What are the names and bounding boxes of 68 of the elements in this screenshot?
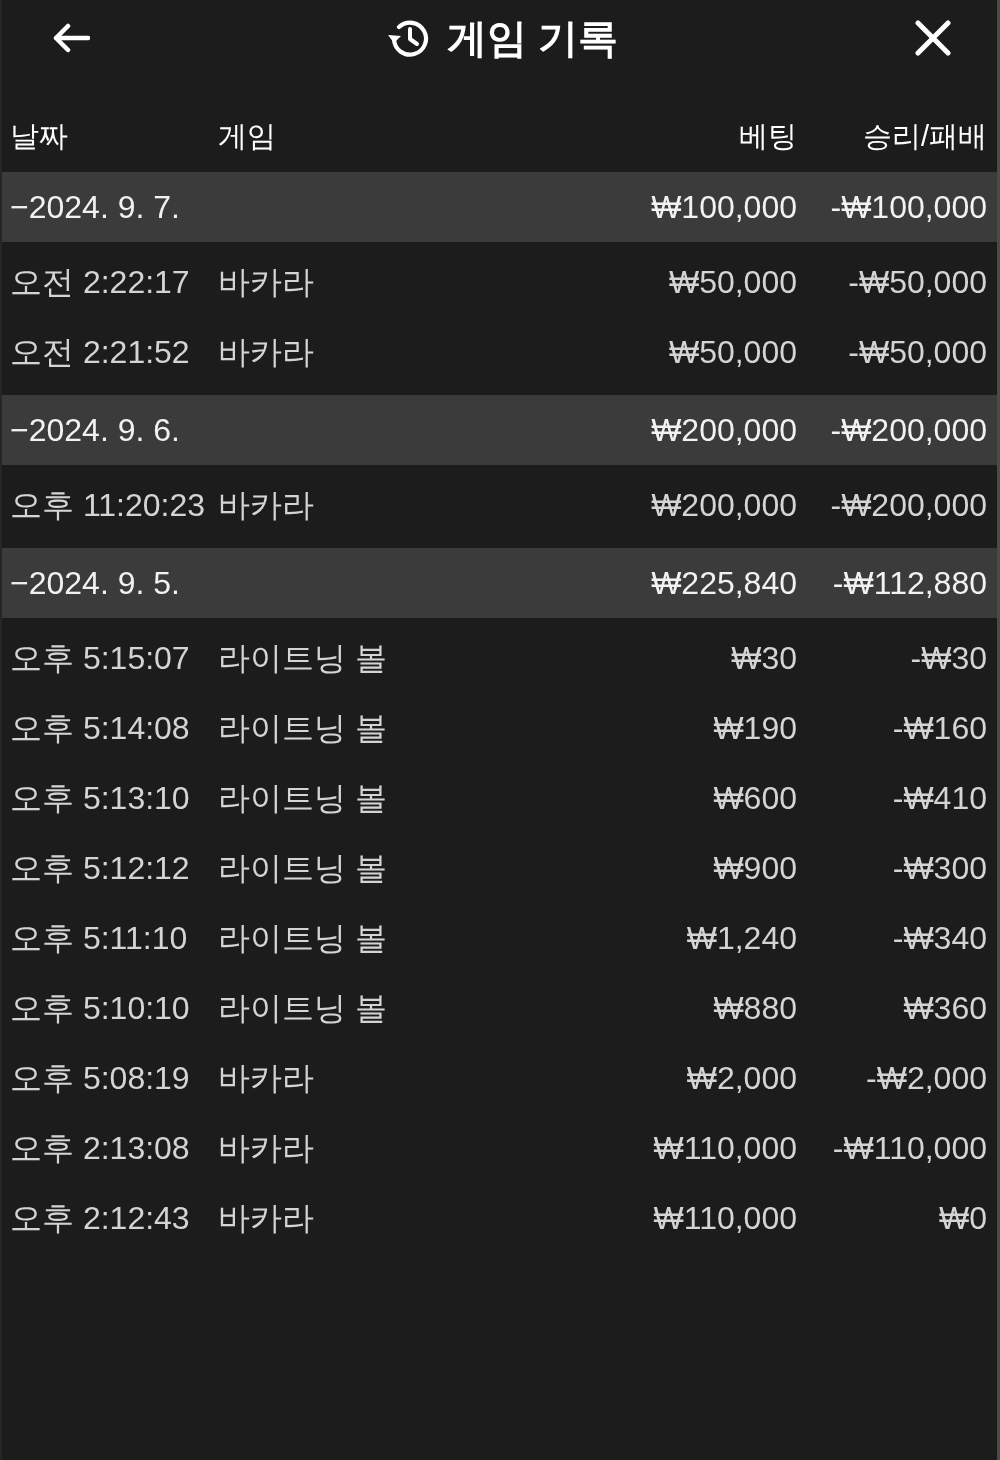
bet-cell-text: ₩50,000 bbox=[667, 333, 797, 372]
result-total: -₩112,880 bbox=[831, 564, 987, 603]
game-cell-text: 바카라 bbox=[218, 1129, 315, 1168]
result-cell-text: -₩50,000 bbox=[847, 333, 987, 372]
result-cell-text: -₩2,000 bbox=[865, 1059, 987, 1098]
group-date: −2024. 9. 5. bbox=[10, 564, 181, 603]
result-cell-text: ₩360 bbox=[902, 989, 987, 1028]
date-group-row[interactable]: −2024. 9. 5. ₩225,840 -₩112,880 bbox=[2, 548, 997, 618]
bet-cell-text: ₩110,000 bbox=[652, 1129, 797, 1168]
bet-cell-text: ₩880 bbox=[712, 989, 797, 1028]
bet-cell-text: ₩50,000 bbox=[667, 263, 797, 302]
result-cell-text: -₩300 bbox=[891, 849, 987, 888]
bet-cell-text: ₩110,000 bbox=[652, 1199, 797, 1238]
bet-cell-text: ₩900 bbox=[712, 849, 797, 888]
column-header: 승리/패배 bbox=[861, 119, 987, 155]
time-cell-text: 오후 5:13:10 bbox=[10, 779, 191, 818]
game-cell-text: 라이트닝 볼 bbox=[218, 919, 388, 958]
back-arrow-icon bbox=[52, 23, 90, 53]
time-cell-text: 오전 2:21:52 bbox=[10, 333, 191, 372]
result-total: -₩200,000 bbox=[829, 411, 987, 450]
result-cell-text: -₩110,000 bbox=[831, 1129, 987, 1168]
bet-total: ₩200,000 bbox=[650, 411, 797, 450]
result-cell-text: -₩30 bbox=[909, 639, 987, 678]
time-cell-text: 오후 5:12:12 bbox=[10, 849, 191, 888]
time-cell-text: 오후 2:13:08 bbox=[10, 1129, 191, 1168]
clock-history-icon bbox=[386, 18, 431, 58]
bet-cell-text: ₩200,000 bbox=[650, 486, 797, 525]
group-date: −2024. 9. 6. bbox=[10, 411, 181, 450]
bet-cell-text: ₩2,000 bbox=[685, 1059, 797, 1098]
game-cell-text: 바카라 bbox=[218, 486, 315, 525]
bet-cell-text: ₩1,240 bbox=[685, 919, 797, 958]
bet-cell-text: ₩190 bbox=[712, 709, 797, 748]
time-cell-text: 오후 2:12:43 bbox=[10, 1199, 191, 1238]
game-cell-text: 라이트닝 볼 bbox=[218, 779, 388, 818]
result-cell-text: -₩200,000 bbox=[829, 486, 987, 525]
game-cell-text: 라이트닝 볼 bbox=[218, 709, 388, 748]
column-header: 게임 bbox=[218, 119, 277, 155]
column-header: 베팅 bbox=[738, 119, 797, 155]
bet-total: ₩100,000 bbox=[650, 188, 797, 227]
time-cell-text: 오후 5:08:19 bbox=[10, 1059, 191, 1098]
game-cell-text: 바카라 bbox=[218, 333, 315, 372]
game-cell-text: 바카라 bbox=[218, 263, 315, 302]
result-cell-text: -₩160 bbox=[891, 709, 987, 748]
result-total: -₩100,000 bbox=[829, 188, 987, 227]
result-cell-text: -₩340 bbox=[891, 919, 987, 958]
date-group-row[interactable]: −2024. 9. 6. ₩200,000 -₩200,000 bbox=[2, 395, 997, 465]
game-cell-text: 라이트닝 볼 bbox=[218, 639, 388, 678]
time-cell-text: 오후 5:11:10 bbox=[10, 919, 189, 958]
time-cell-text: 오후 5:14:08 bbox=[10, 709, 191, 748]
result-cell-text: -₩410 bbox=[891, 779, 987, 818]
bet-cell-text: ₩600 bbox=[712, 779, 797, 818]
column-header: 날짜 bbox=[10, 119, 69, 155]
result-cell-text: ₩0 bbox=[938, 1199, 987, 1238]
game-cell-text: 라이트닝 볼 bbox=[218, 849, 388, 888]
group-date: −2024. 9. 7. bbox=[10, 188, 181, 227]
bet-total: ₩225,840 bbox=[650, 564, 797, 603]
date-group-row[interactable]: −2024. 9. 7. ₩100,000 -₩100,000 bbox=[2, 172, 997, 242]
game-cell-text: 바카라 bbox=[218, 1059, 315, 1098]
bet-cell-text: ₩30 bbox=[730, 639, 797, 678]
time-cell-text: 오후 11:20:23 bbox=[10, 486, 207, 525]
game-cell-text: 라이트닝 볼 bbox=[218, 989, 388, 1028]
close-icon bbox=[915, 20, 951, 56]
result-cell-text: -₩50,000 bbox=[847, 263, 987, 302]
game-cell-text: 바카라 bbox=[218, 1199, 315, 1238]
window-title: 게임 기록 bbox=[446, 15, 619, 62]
time-cell-text: 오후 5:10:10 bbox=[10, 989, 191, 1028]
time-cell-text: 오전 2:22:17 bbox=[10, 263, 191, 302]
time-cell-text: 오후 5:15:07 bbox=[10, 639, 191, 678]
